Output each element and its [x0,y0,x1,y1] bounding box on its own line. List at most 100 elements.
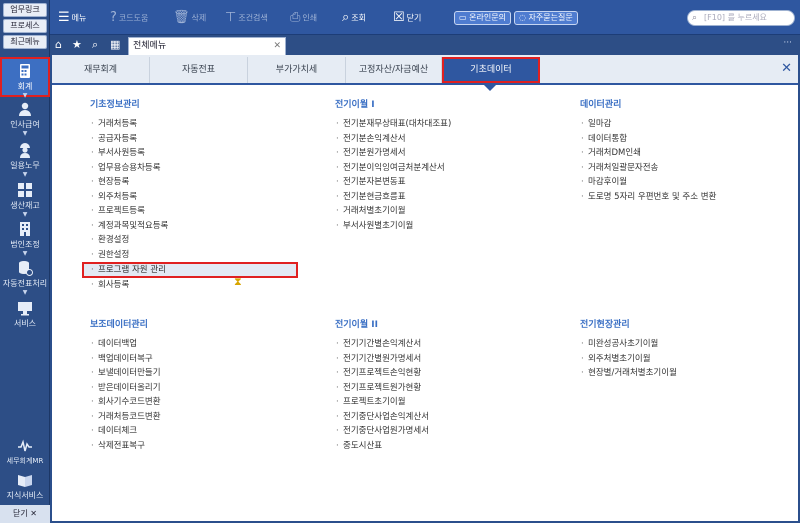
menu-item[interactable]: 전기프로젝트손익현황 [335,366,429,381]
home-icon[interactable]: ⌂ [55,38,62,52]
rail-item-auto-slip[interactable]: 자동전표처리 ▼ [0,260,50,296]
menu-item[interactable]: 전기중단사업원가명세서 [335,424,429,439]
condition-search-button[interactable]: ⊤ 조건검색 [225,9,268,27]
menu-item[interactable]: 거래처DM인쇄 [580,146,716,161]
chevron-down-icon: ▼ [22,92,28,99]
magnifier-icon: ⌕ [342,10,350,25]
tab-financial-accounting[interactable]: 재무회계 [52,57,150,83]
view-button[interactable]: ⌕ 조회 [342,9,366,27]
calendar-icon[interactable]: ▦ [110,38,120,52]
menu-item[interactable]: 거래처등록 [90,117,298,132]
menu-list: 전기분재무상태표(대차대조표) 전기분손익계산서 전기분원가명세서 전기분이익잉… [335,117,451,233]
menu-item[interactable]: 전기분원가명세서 [335,146,451,161]
chat-icon: ▭ [459,13,467,22]
search-icon[interactable]: ⌕ [92,38,98,52]
rail-item-tax-accounting[interactable]: 세무회계MR [0,438,50,466]
menu-item[interactable]: 전기분손익계산서 [335,132,451,147]
menu-item[interactable]: 프로젝트등록 [90,204,298,219]
menu-item[interactable]: 전기프로젝트원가현황 [335,381,429,396]
rail-item-accounting[interactable]: 회계 ▼ [0,57,50,99]
quick-link-process[interactable]: 프로세스 [3,19,47,33]
code-help-button[interactable]: ? 코드도움 [110,9,148,27]
book-icon [18,475,32,487]
menu-search-input[interactable]: ⌕ [F10] 를 누르세요 [687,10,795,26]
rail-item-knowledge[interactable]: 지식서비스 [0,472,50,501]
tab-vat[interactable]: 부가가치세 [248,57,346,83]
menu-item[interactable]: 백업데이터복구 [90,352,161,367]
menu-item[interactable]: 미완성공사초기이월 [580,337,677,352]
menu-item[interactable]: 거래처등코드변환 [90,410,161,425]
menu-item[interactable]: 계정과목및적요등록 [90,219,298,234]
menu-list: 거래처등록 공급자등록 부서사원등록 업무용승용차등록 현장등록 외주처등록 프… [82,117,298,293]
menu-item[interactable]: 전기분현금흐름표 [335,190,451,205]
condition-search-label: 조건검색 [238,13,268,23]
online-inquiry-button[interactable]: ▭ 온라인문의 [454,11,511,25]
menu-item[interactable]: 공급자등록 [90,132,298,147]
menu-item[interactable]: 회사기수코드변환 [90,395,161,410]
tab-fixed-assets-budget[interactable]: 고정자산/자금예산 [346,57,442,83]
quick-link-recent-menu[interactable]: 최근메뉴 [3,35,47,49]
menu-item[interactable]: 현장별/거래처별초기이월 [580,366,677,381]
online-inquiry-label: 온라인문의 [469,13,506,22]
rail-item-corporate[interactable]: 법인조정 ▼ [0,221,50,257]
faq-button[interactable]: ◌ 자주묻는질문 [514,11,578,25]
menu-button[interactable]: ☰ 메뉴 [58,9,86,27]
menu-item[interactable]: 전기기간별원가명세서 [335,352,429,367]
rail-close-button[interactable]: 닫기 ✕ [0,505,50,523]
menu-item[interactable]: 부서사원별초기이월 [335,219,451,234]
menu-item[interactable]: 업무용승용차등록 [90,161,298,176]
menu-item-program-resource-management[interactable]: 프로그램 자원 관리 [82,262,298,278]
quick-link-business[interactable]: 업무링크 [3,3,47,17]
print-label: 인쇄 [302,13,318,23]
tab-all-menu[interactable]: 전체메뉴 ✕ [128,37,286,55]
menu-item[interactable]: 받은데이터올리기 [90,381,161,396]
menu-item[interactable]: 환경설정 [90,233,298,248]
rail-item-hr[interactable]: 인사급여 ▼ [0,101,50,137]
menu-item[interactable]: 전기분자본변동표 [335,175,451,190]
menu-item[interactable]: 데이터통합 [580,132,716,147]
left-rail: 업무링크 프로세스 최근메뉴 회계 ▼ 인사급여 ▼ 일용노무 ▼ 생산재고 ▼ [0,0,50,523]
menu-item[interactable]: 삭제전표복구 [90,439,161,454]
menu-item[interactable]: 거래처일괄문자전송 [580,161,716,176]
star-icon[interactable]: ★ [72,38,82,52]
menu-item[interactable]: 전기분이익잉여금처분계산서 [335,161,451,176]
menu-item[interactable]: 도로명 5자리 우편번호 및 주소 변환 [580,190,716,205]
close-icon[interactable]: ✕ [273,38,281,54]
code-help-label: 코드도움 [118,13,149,23]
menu-item[interactable]: 데이터백업 [90,337,161,352]
menu-list: 데이터백업 백업데이터복구 보낼데이터만들기 받은데이터올리기 회사기수코드변환… [90,337,161,453]
active-tab-pointer [484,85,496,91]
person-icon [19,102,31,116]
rail-item-service[interactable]: 서비스 [0,300,50,329]
menu-item[interactable]: 권한설정 [90,248,298,263]
filter-icon: ⊤ [225,10,237,25]
menu-item[interactable]: 현장등록 [90,175,298,190]
menu-item[interactable]: 일마감 [580,117,716,132]
section-title: 전기현장관리 [580,320,630,330]
menu-item[interactable]: 데이터체크 [90,424,161,439]
menu-item[interactable]: 프로젝트초기이월 [335,395,429,410]
menu-item[interactable]: 거래처별초기이월 [335,204,451,219]
section-data-management: 데이터관리 일마감 데이터통합 거래처DM인쇄 거래처일괄문자전송 마감후이월 … [580,97,716,204]
tab-auto-slip[interactable]: 자동전표 [150,57,248,83]
delete-button[interactable]: 🗑 삭제 [173,9,206,27]
menu-item[interactable]: 외주처등록 [90,190,298,205]
menu-item[interactable]: 중도시산표 [335,439,429,454]
close-icon[interactable]: ✕ [781,61,792,77]
rail-item-daily-labor[interactable]: 일용노무 ▼ [0,142,50,178]
tab-base-data[interactable]: 기초데이터 [442,57,540,83]
print-button[interactable]: ⎙ 인쇄 [290,9,317,27]
menu-item[interactable]: 전기기간별손익계산서 [335,337,429,352]
rail-item-production[interactable]: 생산재고 ▼ [0,182,50,218]
close-button[interactable]: ☒ 닫기 [393,9,421,27]
menu-item[interactable]: 마감후이월 [580,175,716,190]
menu-item[interactable]: 회사등록 [90,278,298,293]
menu-item[interactable]: 전기분재무상태표(대차대조표) [335,117,451,132]
menu-item[interactable]: 부서사원등록 [90,146,298,161]
section-title: 기초정보관리 [90,100,140,110]
menu-item[interactable]: 보낼데이터만들기 [90,366,161,381]
menu-item[interactable]: 외주처별초기이월 [580,352,677,367]
tab-bar: ⌂ ★ ⌕ ▦ 전체메뉴 ✕ ··· [50,35,800,55]
more-icon[interactable]: ··· [783,38,792,48]
menu-item[interactable]: 전기중단사업손익계산서 [335,410,429,425]
